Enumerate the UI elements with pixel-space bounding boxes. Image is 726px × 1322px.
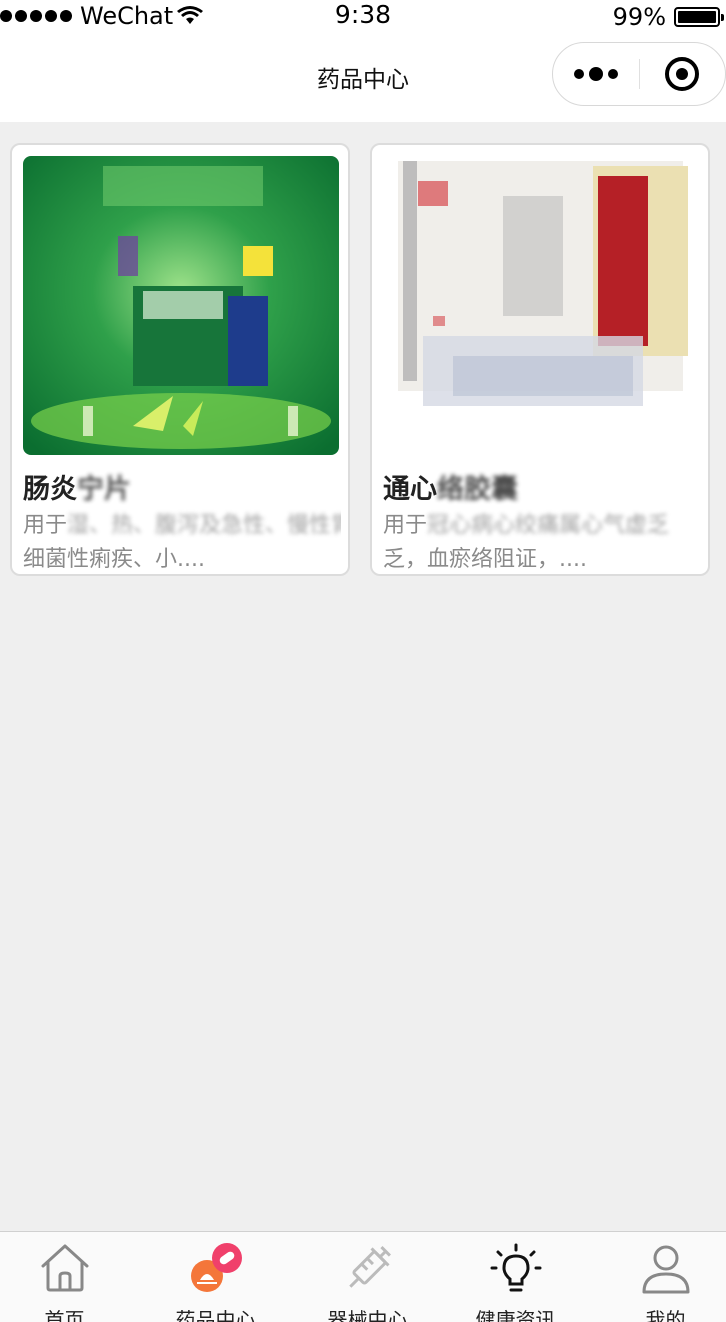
product-name: 通心络胶囊 (383, 474, 518, 505)
syringe-icon (348, 1246, 391, 1288)
product-description: 用于湿、热、腹泻及急性、慢性胃肠炎、 细菌性痢疾、小.... (23, 513, 341, 572)
mini-program-capsule (552, 42, 726, 106)
tab-home[interactable]: 首页 (0, 1232, 137, 1322)
more-options-button[interactable] (553, 43, 639, 104)
product-box-image (23, 156, 339, 455)
battery-status: 99% (612, 3, 724, 31)
status-bar: WeChat 9:38 99% (0, 0, 726, 34)
product-image (383, 156, 699, 455)
tab-label: 我的 (645, 1308, 686, 1322)
tab-label: 健康资讯 (475, 1308, 556, 1322)
product-image (23, 156, 339, 455)
tab-bar: 首页 药品中心 器械中心 健康资讯 我的 (0, 1231, 726, 1322)
close-mini-program-button[interactable] (640, 43, 724, 104)
tab-label: 首页 (44, 1308, 85, 1322)
navigation-bar: 药品中心 (0, 34, 726, 122)
product-card[interactable]: 肠炎宁片 用于湿、热、腹泻及急性、慢性胃肠炎、 细菌性痢疾、小.... (10, 143, 350, 576)
pill-icon (190, 1243, 242, 1292)
tab-profile[interactable]: 我的 (593, 1232, 726, 1322)
user-icon (642, 1245, 689, 1294)
tab-health-news[interactable]: 健康资讯 (443, 1232, 588, 1322)
target-icon (665, 56, 699, 91)
tab-medicine-center[interactable]: 药品中心 (143, 1232, 288, 1322)
battery-icon (674, 7, 724, 27)
tab-label: 器械中心 (327, 1308, 408, 1322)
product-description: 用于冠心病心绞痛属心气虚乏 乏，血瘀络阻证，.... (383, 513, 670, 572)
battery-percent: 99% (612, 3, 666, 31)
product-name: 肠炎宁片 (23, 474, 131, 505)
product-box-image (383, 156, 699, 455)
product-card[interactable]: 通心络胶囊 用于冠心病心绞痛属心气虚乏 乏，血瘀络阻证，.... (370, 143, 710, 576)
lightbulb-icon (490, 1243, 541, 1292)
tab-label: 药品中心 (175, 1308, 256, 1322)
home-icon (41, 1244, 88, 1292)
tab-device-center[interactable]: 器械中心 (295, 1232, 440, 1322)
